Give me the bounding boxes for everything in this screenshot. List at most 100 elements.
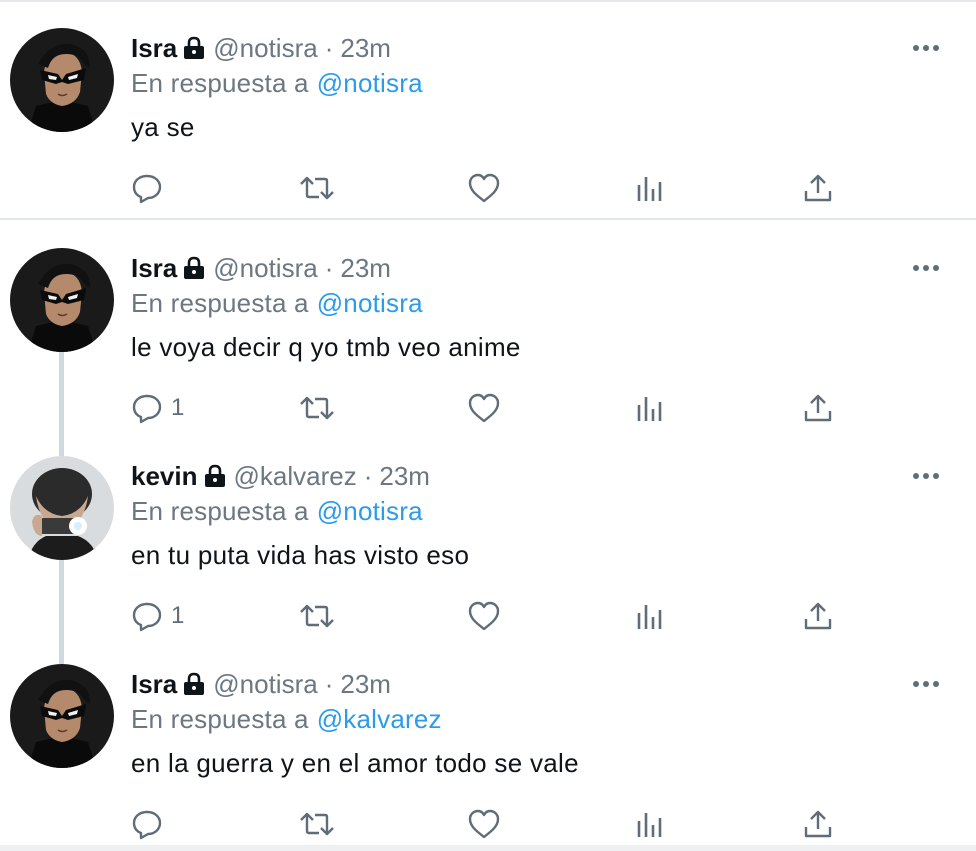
reply-button[interactable]: 1 bbox=[131, 598, 184, 634]
tweet-text: en tu puta vida has visto eso bbox=[131, 539, 470, 570]
share-button[interactable] bbox=[803, 390, 833, 426]
more-icon[interactable] bbox=[906, 466, 946, 486]
separator-dot: · bbox=[363, 460, 373, 491]
timestamp[interactable]: 23m bbox=[379, 461, 430, 492]
retweet-icon bbox=[300, 812, 334, 836]
timestamp[interactable]: 23m bbox=[340, 33, 391, 64]
thread-connector bbox=[59, 352, 64, 428]
like-button[interactable] bbox=[468, 598, 500, 634]
action-bar bbox=[131, 170, 851, 206]
like-icon bbox=[468, 601, 500, 631]
thread-connector bbox=[59, 636, 64, 664]
reply-count: 1 bbox=[171, 602, 185, 629]
share-button[interactable] bbox=[803, 598, 833, 634]
views-icon bbox=[637, 177, 662, 201]
thread-connector bbox=[59, 428, 64, 456]
tweet[interactable]: kevin @kalvarez · 23m En respuesta a @no… bbox=[0, 428, 976, 636]
reply-button[interactable] bbox=[131, 170, 171, 206]
masked-hero-avatar-image bbox=[10, 28, 114, 132]
avatar[interactable] bbox=[10, 248, 114, 352]
retweet-button[interactable] bbox=[299, 390, 335, 426]
tweet[interactable]: Isra @notisra · 23m En respuesta a @noti… bbox=[0, 220, 976, 428]
display-name[interactable]: Isra bbox=[131, 253, 177, 284]
share-button[interactable] bbox=[803, 806, 833, 842]
views-icon bbox=[637, 397, 662, 421]
more-icon[interactable] bbox=[906, 258, 946, 278]
reply-button[interactable]: 1 bbox=[131, 390, 184, 426]
like-icon bbox=[468, 809, 500, 839]
reply-icon bbox=[132, 602, 162, 632]
thread-connector bbox=[59, 560, 64, 636]
tweet-header: Isra @notisra · 23m bbox=[131, 668, 956, 700]
user-handle[interactable]: @notisra bbox=[213, 33, 317, 64]
replying-to: En respuesta a @notisra bbox=[131, 494, 956, 528]
separator-dot: · bbox=[324, 252, 334, 283]
reply-prefix: En respuesta a bbox=[131, 287, 309, 318]
tweet-header: kevin @kalvarez · 23m bbox=[131, 460, 956, 492]
user-handle[interactable]: @notisra bbox=[213, 669, 317, 700]
retweet-button[interactable] bbox=[299, 806, 335, 842]
reply-icon bbox=[132, 394, 162, 424]
tweet-header: Isra @notisra · 23m bbox=[131, 32, 956, 64]
user-handle[interactable]: @kalvarez bbox=[234, 461, 357, 492]
lock-icon bbox=[204, 464, 226, 488]
views-button[interactable] bbox=[636, 170, 664, 206]
action-bar bbox=[131, 806, 851, 842]
share-icon bbox=[804, 394, 832, 422]
lock-icon bbox=[183, 36, 205, 60]
views-button[interactable] bbox=[636, 806, 664, 842]
user-handle[interactable]: @notisra bbox=[213, 253, 317, 284]
like-button[interactable] bbox=[468, 806, 500, 842]
share-icon bbox=[804, 810, 832, 838]
avatar[interactable] bbox=[10, 456, 114, 560]
reply-prefix: En respuesta a bbox=[131, 703, 309, 734]
reply-mention-link[interactable]: @notisra bbox=[317, 288, 423, 319]
lock-icon bbox=[183, 256, 205, 280]
reply-mention-link[interactable]: @notisra bbox=[317, 68, 423, 99]
tweet-text: ya se bbox=[131, 111, 195, 142]
more-icon[interactable] bbox=[906, 38, 946, 58]
share-button[interactable] bbox=[803, 170, 833, 206]
views-button[interactable] bbox=[636, 598, 664, 634]
share-icon bbox=[804, 174, 832, 202]
display-name[interactable]: kevin bbox=[131, 461, 198, 492]
tweet-header: Isra @notisra · 23m bbox=[131, 252, 956, 284]
retweet-icon bbox=[300, 604, 334, 628]
avatar[interactable] bbox=[10, 28, 114, 132]
tweet[interactable]: Isra @notisra · 23m En respuesta a @kalv… bbox=[0, 636, 976, 845]
reply-prefix: En respuesta a bbox=[131, 67, 309, 98]
display-name[interactable]: Isra bbox=[131, 669, 177, 700]
tweet-text: le voya decir q yo tmb veo anime bbox=[131, 331, 521, 362]
views-icon bbox=[637, 813, 662, 837]
views-button[interactable] bbox=[636, 390, 664, 426]
reply-icon bbox=[132, 810, 162, 840]
reply-prefix: En respuesta a bbox=[131, 495, 309, 526]
action-bar: 1 bbox=[131, 390, 851, 426]
reply-count: 1 bbox=[171, 394, 185, 421]
masked-hero-avatar-image bbox=[10, 248, 114, 352]
timestamp[interactable]: 23m bbox=[340, 669, 391, 700]
replying-to: En respuesta a @notisra bbox=[131, 286, 956, 320]
reply-button[interactable] bbox=[131, 806, 171, 842]
retweet-button[interactable] bbox=[299, 598, 335, 634]
masked-hero-avatar-image bbox=[10, 664, 114, 768]
replying-to: En respuesta a @kalvarez bbox=[131, 702, 956, 736]
like-icon bbox=[468, 173, 500, 203]
retweet-button[interactable] bbox=[299, 170, 335, 206]
display-name[interactable]: Isra bbox=[131, 33, 177, 64]
reply-mention-link[interactable]: @kalvarez bbox=[317, 704, 442, 735]
photo-camera-avatar-image bbox=[10, 456, 114, 560]
reply-mention-link[interactable]: @notisra bbox=[317, 496, 423, 527]
like-button[interactable] bbox=[468, 170, 500, 206]
more-icon[interactable] bbox=[906, 674, 946, 694]
tweet[interactable]: Isra @notisra · 23m En respuesta a @noti… bbox=[0, 0, 976, 218]
avatar[interactable] bbox=[10, 664, 114, 768]
views-icon bbox=[637, 605, 662, 629]
tweet-text: en la guerra y en el amor todo se vale bbox=[131, 747, 579, 778]
like-button[interactable] bbox=[468, 390, 500, 426]
timestamp[interactable]: 23m bbox=[340, 253, 391, 284]
retweet-icon bbox=[300, 396, 334, 420]
separator-dot: · bbox=[324, 668, 334, 699]
bottom-divider bbox=[0, 845, 976, 851]
action-bar: 1 bbox=[131, 598, 851, 634]
